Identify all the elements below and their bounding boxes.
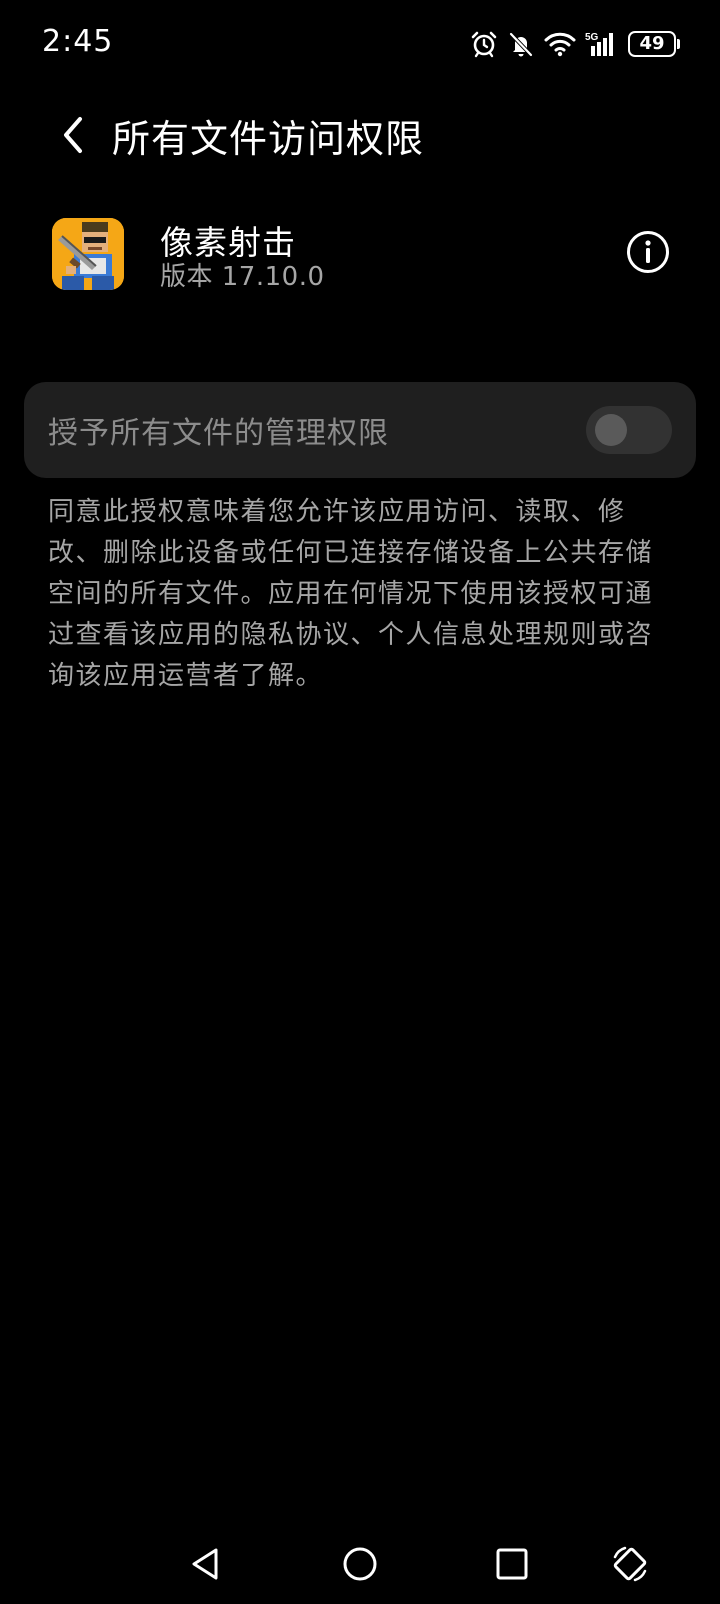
status-bar: 2:45 5G 49 xyxy=(0,0,720,90)
battery-level: 49 xyxy=(639,33,665,54)
nav-recents-button[interactable] xyxy=(482,1524,542,1604)
pixel-gun-character-icon xyxy=(52,218,124,290)
permission-toggle-switch[interactable] xyxy=(586,406,672,454)
app-icon xyxy=(52,218,124,290)
bell-muted-icon xyxy=(509,32,533,57)
battery-nub xyxy=(677,39,680,49)
back-triangle-icon xyxy=(192,1548,218,1580)
toggle-knob xyxy=(595,414,627,446)
rotate-screen-icon xyxy=(613,1546,647,1582)
nav-home-button[interactable] xyxy=(330,1524,390,1604)
nav-rotate-button[interactable] xyxy=(600,1524,660,1604)
chevron-left-icon xyxy=(64,117,82,153)
recents-square-icon xyxy=(496,1548,528,1580)
status-time: 2:45 xyxy=(42,24,114,59)
app-info-button[interactable] xyxy=(626,230,670,274)
back-button[interactable] xyxy=(50,110,96,160)
permission-description: 同意此授权意味着您允许该应用访问、读取、修改、删除此设备或任何已连接存储设备上公… xyxy=(48,497,654,691)
permission-toggle-label: 授予所有文件的管理权限 xyxy=(48,416,389,451)
status-icons: 5G 49 xyxy=(470,26,680,62)
wifi-icon xyxy=(544,32,576,57)
app-bar: 所有文件访问权限 xyxy=(0,90,720,180)
home-circle-icon xyxy=(343,1547,377,1581)
app-version: 版本 17.10.0 xyxy=(160,262,325,292)
app-header: 像素射击 版本 17.10.0 xyxy=(0,210,720,310)
nav-back-button[interactable] xyxy=(176,1524,236,1604)
alarm-icon xyxy=(471,31,497,58)
page-title: 所有文件访问权限 xyxy=(112,117,425,161)
system-nav-bar xyxy=(0,1524,720,1604)
signal-5g-icon: 5G xyxy=(585,32,613,56)
svg-text:5G: 5G xyxy=(585,32,599,43)
permission-toggle-row[interactable]: 授予所有文件的管理权限 xyxy=(24,382,696,478)
info-icon xyxy=(627,231,669,273)
battery-body: 49 xyxy=(628,31,676,57)
battery-icon: 49 xyxy=(628,31,680,57)
